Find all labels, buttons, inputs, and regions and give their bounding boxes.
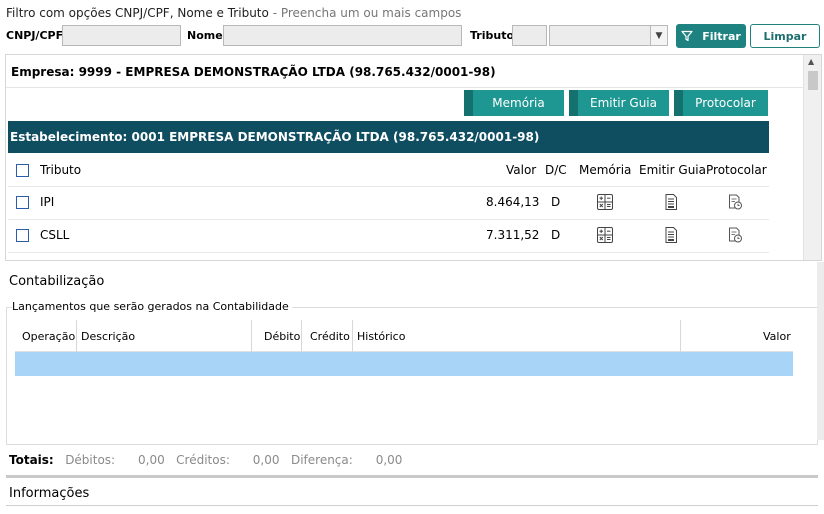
nome-input[interactable] — [223, 25, 462, 46]
creditos-label: Créditos: — [176, 453, 230, 467]
nome-label: Nome — [187, 29, 223, 42]
col-debito: Débito — [264, 330, 301, 343]
row-checkbox[interactable] — [16, 229, 29, 242]
empresa-divider — [6, 87, 803, 88]
company-panel: Empresa: 9999 - EMPRESA DEMONSTRAÇÃO LTD… — [5, 54, 822, 261]
calculator-icon[interactable] — [596, 193, 614, 211]
col-valor: Valor — [763, 330, 791, 343]
protocolar-button-label: Protocolar — [695, 96, 756, 110]
debitos-value: 0,00 — [138, 453, 165, 467]
memoria-button-label: Memória — [492, 96, 545, 110]
cnpj-input[interactable] — [62, 25, 181, 46]
memoria-button[interactable]: Memória — [464, 90, 564, 116]
col-memoria: Memória — [579, 163, 632, 177]
limpar-button[interactable]: Limpar — [750, 24, 820, 48]
tributo-cell: IPI — [40, 195, 55, 209]
col-credito: Crédito — [310, 330, 350, 343]
table-row: CSLL 7.311,52 D — [6, 220, 771, 252]
valor-cell: 7.311,52 — [486, 228, 540, 242]
totais-bar: Totais: Débitos: 0,00 Créditos: 0,00 Dif… — [9, 453, 402, 467]
informacoes-title: Informações — [9, 486, 90, 501]
col-valor: Valor — [506, 163, 537, 177]
bottom-divider — [6, 505, 818, 506]
tributo-code-input[interactable] — [512, 25, 547, 46]
row-divider — [8, 252, 769, 253]
col-descricao: Descrição — [81, 330, 136, 343]
lancamentos-grid-header: Operação Descrição Débito Crédito Histór… — [15, 320, 793, 352]
diferenca-value: 0,00 — [375, 453, 403, 467]
column-separator[interactable] — [251, 320, 252, 352]
protocol-document-icon[interactable] — [726, 193, 744, 211]
limpar-label: Limpar — [763, 29, 807, 43]
vertical-scrollbar[interactable] — [817, 262, 824, 440]
filtrar-label: Filtrar — [702, 29, 741, 43]
debitos-label: Débitos: — [65, 453, 116, 467]
tributo-label: Tributo — [470, 29, 515, 42]
contabilizacao-title: Contabilização — [9, 274, 105, 289]
dc-cell: D — [551, 195, 561, 209]
select-all-checkbox[interactable] — [16, 164, 29, 177]
document-icon[interactable] — [662, 193, 680, 211]
tributo-cell: CSLL — [40, 228, 70, 242]
column-separator[interactable] — [301, 320, 302, 352]
column-separator[interactable] — [680, 320, 681, 352]
empresa-title: Empresa: 9999 - EMPRESA DEMONSTRAÇÃO LTD… — [11, 65, 496, 79]
lancamentos-group-label: Lançamentos que serão gerados na Contabi… — [12, 300, 292, 313]
tributo-select[interactable]: ▼ — [549, 25, 668, 46]
column-separator[interactable] — [76, 320, 77, 352]
column-separator[interactable] — [352, 320, 353, 352]
protocol-document-icon[interactable] — [726, 226, 744, 244]
filtrar-button[interactable]: Filtrar — [676, 24, 746, 48]
vertical-scrollbar[interactable]: ▲ — [803, 55, 821, 260]
creditos-value: 0,00 — [252, 453, 280, 467]
estabelecimento-header: Estabelecimento: 0001 EMPRESA DEMONSTRAÇ… — [8, 121, 769, 153]
estabelecimento-title: Estabelecimento: 0001 EMPRESA DEMONSTRAÇ… — [10, 130, 540, 144]
section-splitter[interactable] — [6, 475, 818, 478]
table-row: IPI 8.464,13 D — [6, 187, 771, 219]
col-operacao: Operação — [22, 330, 76, 343]
col-tributo: Tributo — [40, 163, 82, 177]
row-checkbox[interactable] — [16, 196, 29, 209]
col-dc: D/C — [545, 163, 567, 177]
valor-cell: 8.464,13 — [486, 195, 540, 209]
filter-hint-subtext: - Preencha um ou mais campos — [272, 6, 462, 20]
col-emitir-guia: Emitir Guia — [639, 163, 706, 177]
filter-hint: Filtro com opções CNPJ/CPF, Nome e Tribu… — [6, 6, 461, 20]
calculator-icon[interactable] — [596, 226, 614, 244]
document-icon[interactable] — [662, 226, 680, 244]
table-row[interactable] — [15, 352, 793, 376]
filter-hint-text: Filtro com opções CNPJ/CPF, Nome e Tribu… — [6, 6, 269, 20]
protocolar-button[interactable]: Protocolar — [674, 90, 768, 116]
col-historico: Histórico — [357, 330, 406, 343]
emitir-guia-button[interactable]: Emitir Guia — [569, 90, 669, 116]
col-protocolar: Protocolar — [706, 163, 767, 177]
cnpj-label: CNPJ/CPF — [6, 29, 64, 42]
filter-icon — [681, 30, 693, 42]
scroll-up-icon[interactable]: ▲ — [808, 57, 814, 66]
diferenca-label: Diferença: — [290, 453, 353, 467]
scrollbar-thumb[interactable] — [808, 71, 818, 90]
totais-label: Totais: — [9, 453, 54, 467]
dc-cell: D — [551, 228, 561, 242]
chevron-down-icon[interactable]: ▼ — [650, 26, 667, 45]
emitir-guia-button-label: Emitir Guia — [590, 96, 657, 110]
